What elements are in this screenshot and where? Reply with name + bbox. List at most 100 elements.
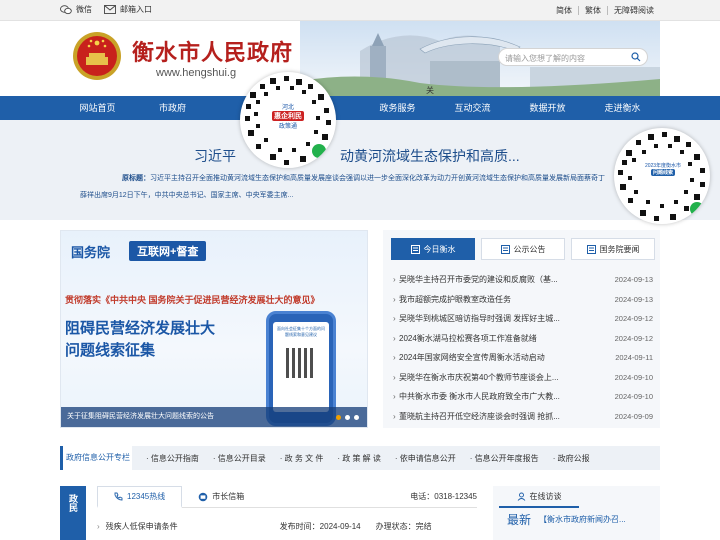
- news-date: 2024-09-10: [614, 392, 653, 402]
- tab-today[interactable]: 今日衡水: [391, 238, 475, 260]
- online-interview-title[interactable]: 【衡水市政府新闻办召...: [539, 514, 626, 527]
- news-tabs: 今日衡水 公示公告 国务院要闻: [391, 238, 655, 260]
- phone-screen-text: 面向社会征集十个方面的问题线索和意见建议: [277, 326, 325, 337]
- news-item[interactable]: › 吴晓华到桃城区暗访指导时强调 发挥好主城... 2024-09-12: [393, 309, 653, 329]
- tab-label: 12345热线: [127, 491, 166, 501]
- search-icon[interactable]: [631, 52, 641, 62]
- hotline-row-title[interactable]: 残疾人低保申请条件: [100, 521, 280, 532]
- wechat-link[interactable]: 微信: [60, 4, 92, 15]
- traditional-link[interactable]: 繁体: [585, 5, 601, 16]
- disclosure-link-gazette[interactable]: · 政府公报: [553, 453, 590, 464]
- qr-center-badge: 河北 惠企利民 政策通: [268, 96, 308, 136]
- headline-left[interactable]: 习近平: [194, 146, 236, 166]
- banner-title-line2: 问题线索征集: [65, 342, 156, 359]
- disclosure-link-documents[interactable]: · 政 务 文 件: [280, 453, 324, 464]
- news-title[interactable]: 中共衡水市委 衡水市人民政府致全市广大教...: [399, 391, 611, 402]
- tab-hotline[interactable]: 12345热线: [97, 485, 183, 508]
- nav-item-interaction[interactable]: 互动交流: [435, 96, 510, 120]
- phone-icon: [114, 492, 123, 500]
- carousel-dot[interactable]: [354, 415, 359, 420]
- disclosure-link-request[interactable]: · 依申请信息公开: [395, 453, 456, 464]
- news-title[interactable]: 董晓航主持召开低空经济座谈会时强调 抢抓...: [399, 411, 611, 422]
- qr-float-clues[interactable]: 2023年度衡水市 问题线索: [614, 128, 710, 224]
- disclosure-strip: 政府信息公开专栏 · 信息公开指南 · 信息公开目录 · 政 务 文 件 · 政…: [60, 446, 660, 470]
- news-title[interactable]: 吴晓华主持召开市委党的建设和反腐败（基...: [399, 274, 611, 285]
- banner-org: 国务院: [71, 245, 111, 260]
- search-input[interactable]: 请输入您想了解的内容: [498, 48, 648, 66]
- hotline-row[interactable]: › 残疾人低保申请条件 发布时间：2024-09-14 办理状态：完结: [97, 516, 477, 536]
- disclosure-link-guide[interactable]: · 信息公开指南: [146, 453, 199, 464]
- notice-icon: [500, 244, 510, 254]
- tab-state-council[interactable]: 国务院要闻: [571, 238, 655, 260]
- nav-item-government[interactable]: 市政府: [135, 96, 210, 120]
- news-title[interactable]: 2024年国家网络安全宣传周衡水活动启动: [399, 352, 611, 363]
- disclosure-header[interactable]: 政府信息公开专栏: [60, 446, 132, 470]
- latest-badge: 最新: [507, 513, 532, 527]
- divider: [578, 6, 579, 15]
- disclosure-link-annual-report[interactable]: · 信息公开年度报告: [470, 453, 539, 464]
- national-emblem-icon: [73, 32, 121, 80]
- mail-link[interactable]: 邮箱入口: [104, 4, 152, 15]
- qr-float-policy[interactable]: 河北 惠企利民 政策通: [240, 72, 336, 168]
- news-panel: 今日衡水 公示公告 国务院要闻 › 吴晓华主持召开市委党的建设和反腐败（基... 2…: [383, 230, 660, 428]
- tab-mayor-mailbox[interactable]: 市长信箱: [182, 486, 260, 508]
- news-title[interactable]: 我市超额完成护眼教室改造任务: [399, 294, 611, 305]
- news-item[interactable]: › 我市超额完成护眼教室改造任务 2024-09-13: [393, 290, 653, 310]
- qr-badge-main: 惠企利民: [272, 111, 304, 121]
- news-icon: [410, 244, 420, 254]
- disclosure-link-catalog[interactable]: · 信息公开目录: [213, 453, 266, 464]
- divider: [607, 6, 608, 15]
- news-date: 2024-09-11: [615, 353, 653, 363]
- news-icon: [586, 244, 596, 254]
- interview-icon: [517, 492, 525, 501]
- news-list: › 吴晓华主持召开市委党的建设和反腐败（基... 2024-09-13 › 我市超额完…: [393, 270, 653, 426]
- news-item[interactable]: › 2024衡水湖马拉松赛各项工作准备就绪 2024-09-12: [393, 329, 653, 349]
- news-date: 2024-09-12: [614, 314, 653, 324]
- site-url: www.hengshui.g: [156, 67, 237, 79]
- disclosure-link-interpretation[interactable]: · 政 策 解 读: [337, 453, 381, 464]
- nav-item-open-data[interactable]: 数据开放: [510, 96, 585, 120]
- news-item[interactable]: › 董晓航主持召开低空经济座谈会时强调 抢抓... 2024-09-09: [393, 407, 653, 427]
- banner-caption[interactable]: 关于征集阻碍民营经济发展壮大问题线索的公告: [61, 407, 367, 427]
- carousel-dot[interactable]: [336, 415, 341, 420]
- news-date: 2024-09-10: [614, 372, 653, 382]
- news-item[interactable]: › 2024年国家网络安全宣传周衡水活动启动 2024-09-11: [393, 348, 653, 368]
- news-date: 2024-09-12: [614, 333, 653, 343]
- hotline-phone: 电话：0318-12345: [410, 492, 477, 501]
- news-title[interactable]: 2024衡水湖马拉松赛各项工作准备就绪: [399, 333, 611, 344]
- qr-badge-title: 河北: [281, 105, 294, 111]
- nav-item-services[interactable]: 政务服务: [360, 96, 435, 120]
- news-item[interactable]: › 中共衡水市委 衡水市人民政府致全市广大教... 2024-09-10: [393, 387, 653, 407]
- qr-center-badge: 2023年度衡水市 问题线索: [644, 150, 682, 188]
- tab-label: 在线访谈: [529, 491, 562, 501]
- main-nav: 网站首页 市政府 衡 政务服务 互动交流 数据开放 走进衡水: [60, 96, 660, 120]
- nav-item-home[interactable]: 网站首页: [60, 96, 135, 120]
- mailbox-icon: [198, 492, 208, 501]
- tab-online-interview[interactable]: 在线访谈: [499, 486, 579, 508]
- news-title[interactable]: 吴晓华在衡水市庆祝第40个教师节座谈会上...: [399, 372, 611, 383]
- carousel-dot[interactable]: [345, 415, 350, 420]
- close-float-button[interactable]: 关闭: [426, 85, 436, 96]
- simplified-link[interactable]: 简体: [556, 5, 572, 16]
- nav-item-about[interactable]: 走进衡水: [585, 96, 660, 120]
- tab-label: 市长信箱: [212, 492, 245, 501]
- tab-notices[interactable]: 公示公告: [481, 238, 565, 260]
- search-placeholder: 请输入您想了解的内容: [505, 54, 585, 63]
- interaction-side-tab[interactable]: 政民: [60, 486, 86, 540]
- abstract-label: 原标题：: [122, 175, 150, 182]
- wechat-label: 微信: [76, 5, 92, 14]
- news-item[interactable]: › 吴晓华在衡水市庆祝第40个教师节座谈会上... 2024-09-10: [393, 368, 653, 388]
- side-tab-label: 政民: [68, 494, 78, 512]
- carousel-dots: [336, 415, 359, 420]
- site-title: 衡水市人民政府: [132, 40, 294, 66]
- wechat-icon: [60, 4, 72, 14]
- news-title[interactable]: 吴晓华到桃城区暗访指导时强调 发挥好主城...: [399, 313, 611, 324]
- accessible-link[interactable]: 无障碍阅读: [614, 5, 654, 16]
- headline-abstract[interactable]: 原标题：习近平主持召开全面推动黄河流域生态保护和高质量发展座谈会强调以进一步全面…: [80, 170, 610, 204]
- banner-title-line1: 阻碍民营经济发展壮大: [65, 320, 216, 337]
- hotline-row-status: 办理状态：完结: [375, 521, 432, 531]
- headline-right[interactable]: 动黄河流域生态保护和高质...: [340, 146, 520, 166]
- news-item[interactable]: › 吴晓华主持召开市委党的建设和反腐败（基... 2024-09-13: [393, 270, 653, 290]
- hotline-tabs: 12345热线 市长信箱 电话：0318-12345: [97, 485, 477, 508]
- feature-banner[interactable]: 国务院 互联网+督查 贯彻落实《中共中央 国务院关于促进民营经济发展壮大的意见》…: [60, 230, 368, 428]
